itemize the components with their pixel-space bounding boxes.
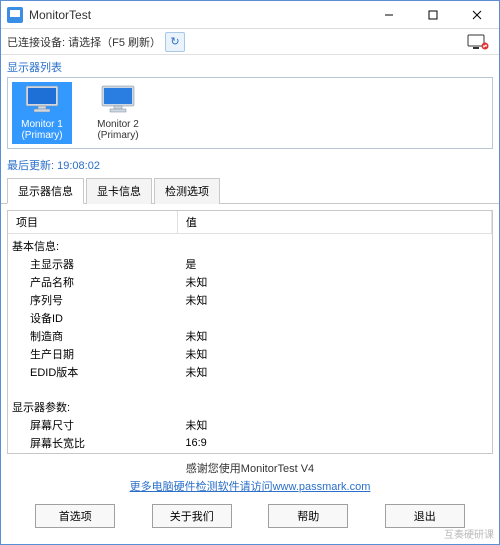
table-row[interactable]: 序列号未知 xyxy=(8,291,492,309)
prop-name: 生产日期 xyxy=(8,345,177,363)
col-item[interactable]: 项目 xyxy=(8,211,177,234)
monitor-icon xyxy=(100,84,136,114)
table-row[interactable]: 屏幕长宽比16:9 xyxy=(8,434,492,452)
table-row[interactable]: 色深（Bit Depth）8-bit xyxy=(8,452,492,454)
monitor-name: Monitor 1 xyxy=(14,119,70,130)
titlebar: MonitorTest xyxy=(1,1,499,29)
prop-value: 是 xyxy=(177,255,491,273)
prop-value: 8-bit xyxy=(177,452,491,454)
footer-link-prefix: 更多电脑硬件检测软件请访问 xyxy=(130,481,273,493)
maximize-icon xyxy=(428,10,438,20)
prop-name: 产品名称 xyxy=(8,273,177,291)
prop-name: EDID版本 xyxy=(8,363,177,381)
about-button[interactable]: 关于我们 xyxy=(152,504,232,528)
table-row[interactable]: 制造商未知 xyxy=(8,327,492,345)
help-button[interactable]: 帮助 xyxy=(268,504,348,528)
prop-name: 序列号 xyxy=(8,291,177,309)
prop-value: 未知 xyxy=(177,345,491,363)
monitor-sub: (Primary) xyxy=(14,130,70,141)
minimize-icon xyxy=(384,10,394,20)
table-row[interactable]: 主显示器是 xyxy=(8,255,492,273)
prop-name: 色深（Bit Depth） xyxy=(8,452,177,454)
refresh-icon: ↻ xyxy=(170,35,179,48)
last-update-time: 19:08:02 xyxy=(57,160,100,172)
table-row[interactable]: 屏幕尺寸未知 xyxy=(8,416,492,434)
section-header: 基本信息: xyxy=(8,234,177,256)
prop-value: 未知 xyxy=(177,291,491,309)
table-row[interactable]: 生产日期未知 xyxy=(8,345,492,363)
prop-name: 屏幕长宽比 xyxy=(8,434,177,452)
prop-value: 未知 xyxy=(177,327,491,345)
app-icon xyxy=(7,7,23,23)
monitor-name: Monitor 2 xyxy=(90,119,146,130)
footer-thanks: 感谢您使用MonitorTest V4 xyxy=(7,454,493,478)
button-row: 首选项 关于我们 帮助 退出 xyxy=(7,500,493,538)
prop-name: 屏幕尺寸 xyxy=(8,416,177,434)
tab-2[interactable]: 检测选项 xyxy=(154,178,220,204)
maximize-button[interactable] xyxy=(411,1,455,29)
monitor-sub: (Primary) xyxy=(90,130,146,141)
info-table: 项目 值 基本信息:主显示器是产品名称未知序列号未知设备ID制造商未知生产日期未… xyxy=(8,211,492,454)
close-icon xyxy=(472,10,482,20)
prop-value: 未知 xyxy=(177,363,491,381)
tab-1[interactable]: 显卡信息 xyxy=(86,178,152,204)
connected-device-label: 已连接设备: 请选择（F5 刷新） xyxy=(7,34,161,50)
window-title: MonitorTest xyxy=(29,8,367,22)
toolbar: 已连接设备: 请选择（F5 刷新） ↻ xyxy=(1,29,499,55)
footer-link[interactable]: 更多电脑硬件检测软件请访问www.passmark.com xyxy=(7,478,493,500)
main-window: MonitorTest 已连接设备: 请选择（F5 刷新） ↻ 显示器列表 Mo… xyxy=(0,0,500,545)
footer-link-url: www.passmark.com xyxy=(273,481,371,493)
monitor-list-box: Monitor 1(Primary)Monitor 2(Primary) xyxy=(7,77,493,149)
section-header: 显示器参数: xyxy=(8,395,177,416)
prop-value xyxy=(177,309,491,327)
monitor-icon xyxy=(24,84,60,114)
prop-name: 制造商 xyxy=(8,327,177,345)
monitor-item-1[interactable]: Monitor 2(Primary) xyxy=(88,82,148,144)
table-row[interactable]: 产品名称未知 xyxy=(8,273,492,291)
window-controls xyxy=(367,1,499,29)
monitor-list-area: 显示器列表 Monitor 1(Primary)Monitor 2(Primar… xyxy=(1,55,499,155)
close-button[interactable] xyxy=(455,1,499,29)
prop-name: 设备ID xyxy=(8,309,177,327)
last-update: 最后更新: 19:08:02 xyxy=(1,155,499,177)
info-table-wrap[interactable]: 项目 值 基本信息:主显示器是产品名称未知序列号未知设备ID制造商未知生产日期未… xyxy=(7,210,493,454)
monitor-list-label: 显示器列表 xyxy=(7,59,493,75)
minimize-button[interactable] xyxy=(367,1,411,29)
prop-value: 未知 xyxy=(177,416,491,434)
monitor-status-icon xyxy=(467,34,489,50)
prop-value: 16:9 xyxy=(177,434,491,452)
exit-button[interactable]: 退出 xyxy=(385,504,465,528)
prop-value: 未知 xyxy=(177,273,491,291)
tab-bar: 显示器信息显卡信息检测选项 xyxy=(1,177,499,204)
table-row[interactable]: EDID版本未知 xyxy=(8,363,492,381)
content-area: 项目 值 基本信息:主显示器是产品名称未知序列号未知设备ID制造商未知生产日期未… xyxy=(1,204,499,544)
col-value[interactable]: 值 xyxy=(177,211,491,234)
tab-0[interactable]: 显示器信息 xyxy=(7,178,84,204)
table-row[interactable]: 设备ID xyxy=(8,309,492,327)
monitor-item-0[interactable]: Monitor 1(Primary) xyxy=(12,82,72,144)
refresh-button[interactable]: ↻ xyxy=(165,32,185,52)
prop-name: 主显示器 xyxy=(8,255,177,273)
last-update-label: 最后更新: xyxy=(7,160,54,172)
prefs-button[interactable]: 首选项 xyxy=(35,504,115,528)
